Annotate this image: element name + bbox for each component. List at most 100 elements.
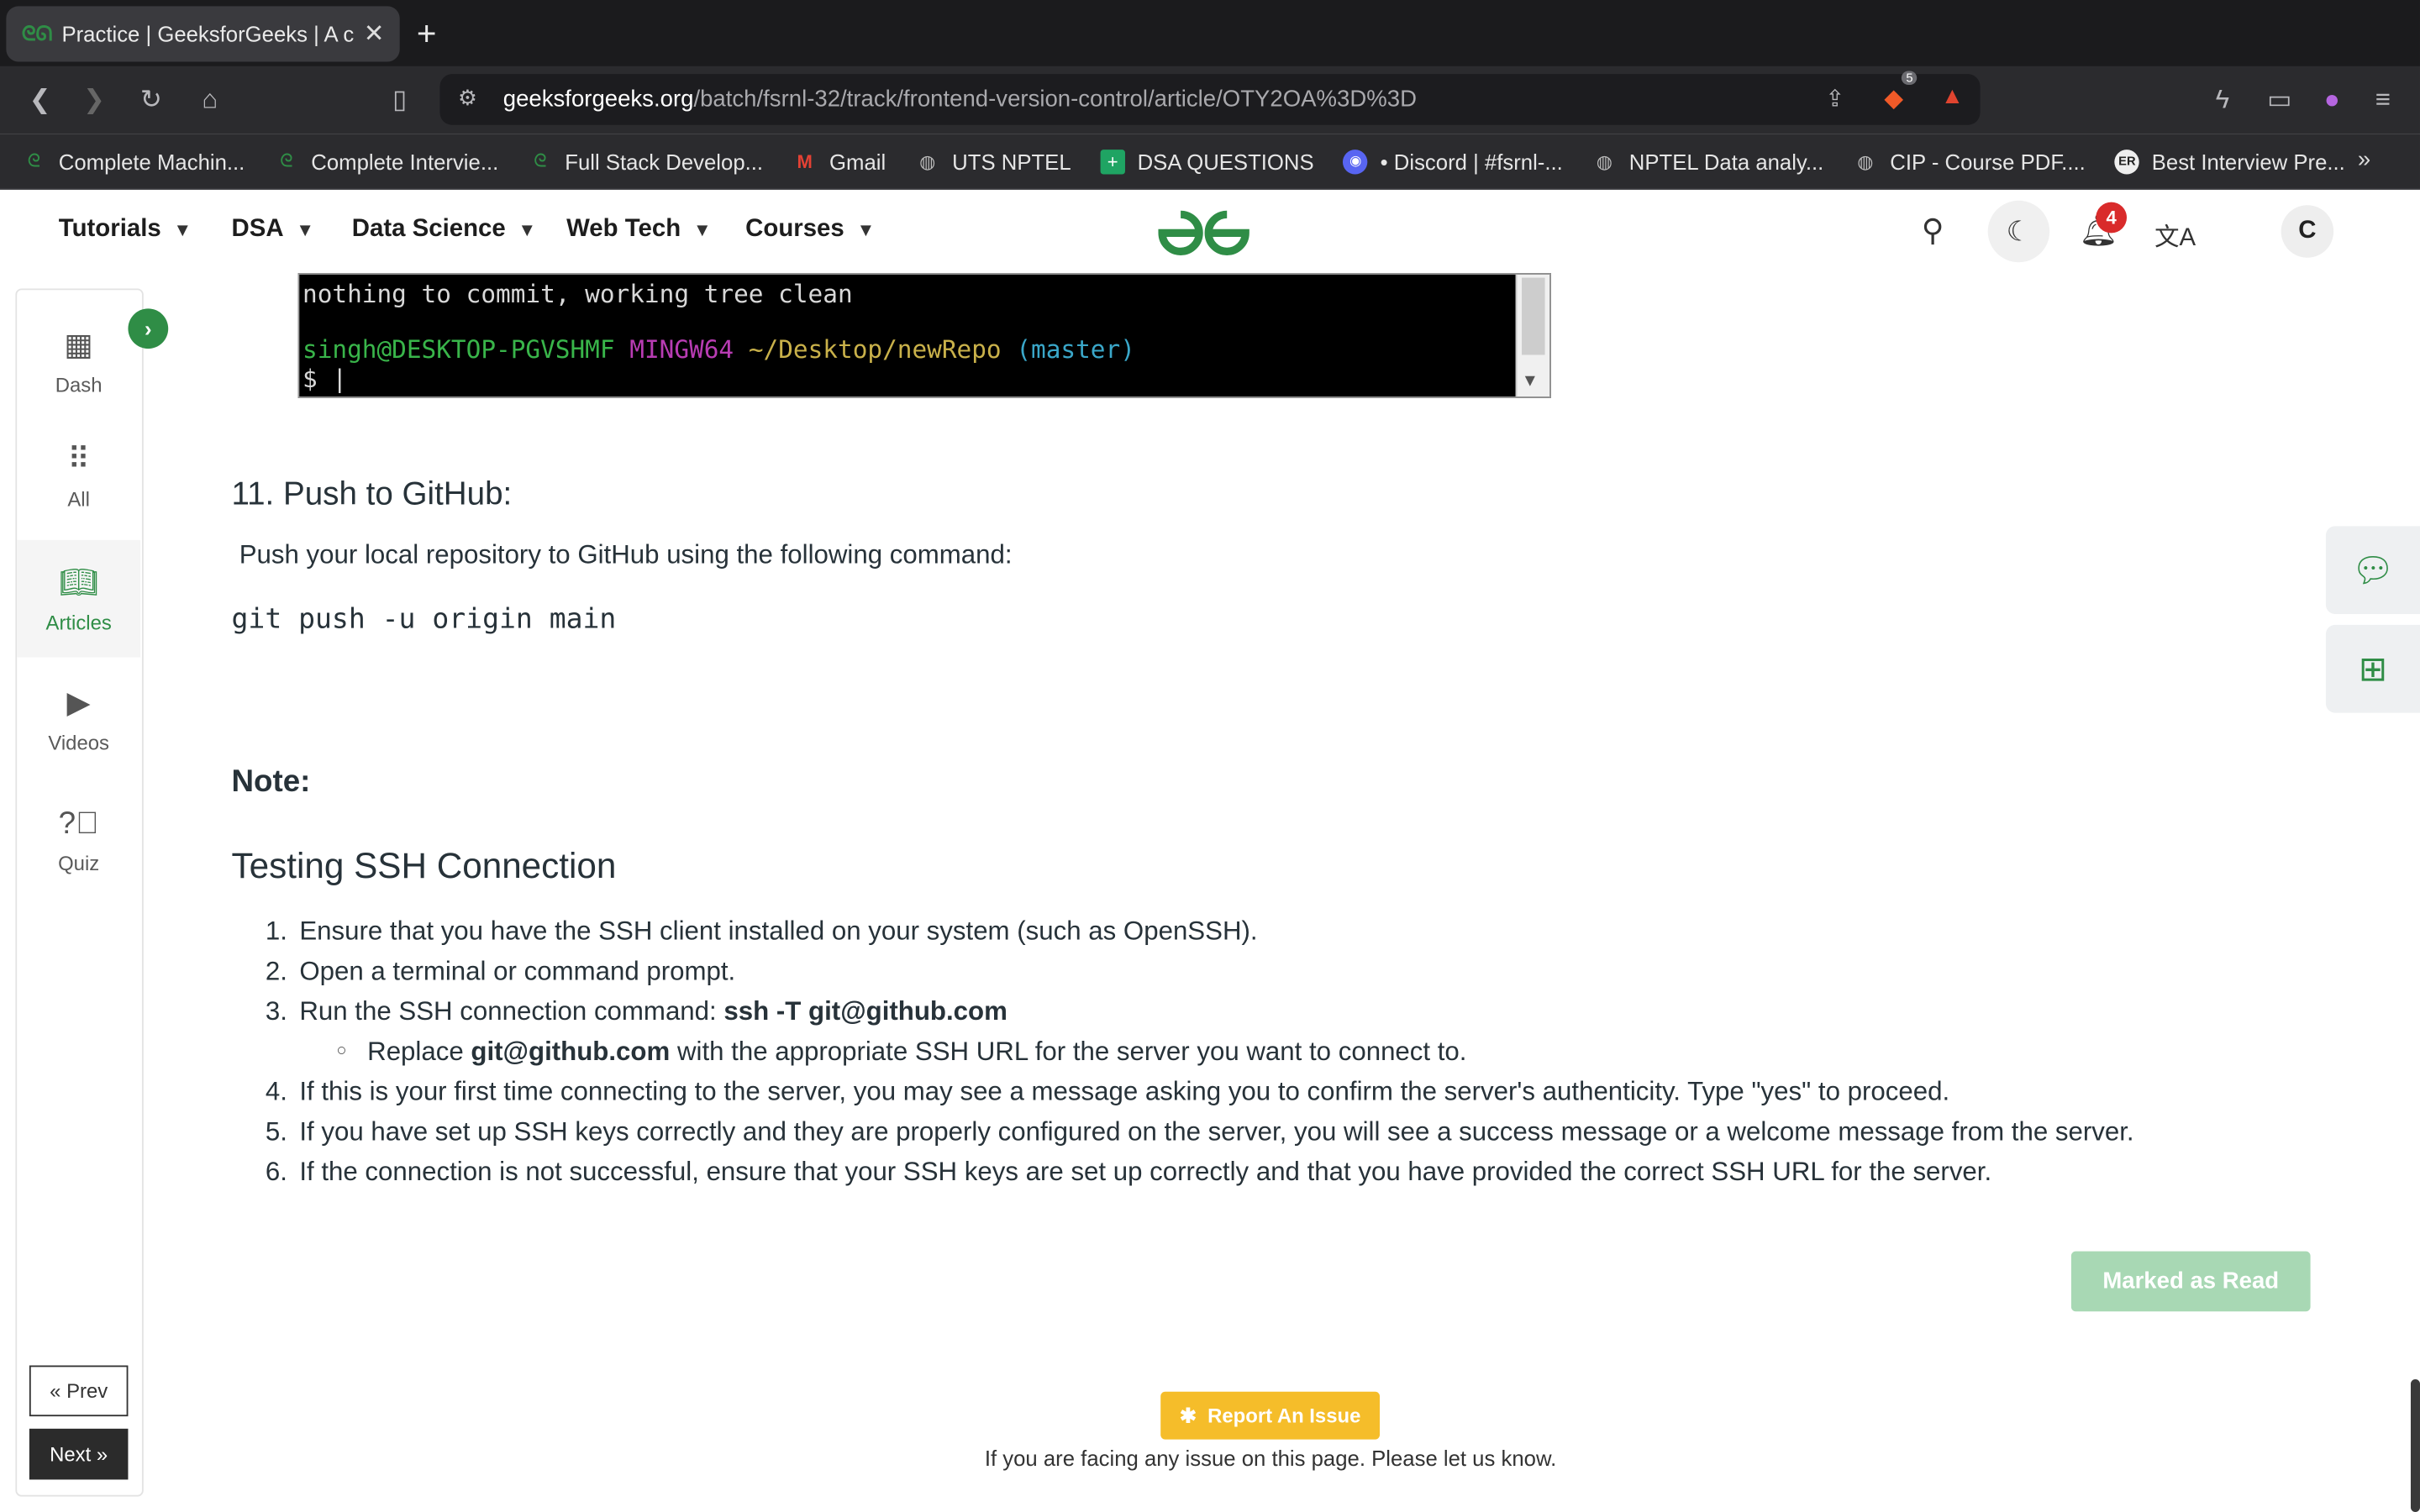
bookmarks-bar: ᘓ Complete Machin... ᘓ Complete Intervie..… <box>0 134 2420 190</box>
double-chevron-left-icon: « <box>50 1379 67 1403</box>
list-subitem: ○ Replace git@github.com with the appropr… <box>266 1034 2134 1074</box>
dark-mode-toggle[interactable]: ☾ <box>1987 200 2050 263</box>
video-icon: ▶ <box>66 686 91 721</box>
double-chevron-right-icon: » <box>91 1442 108 1466</box>
site-settings-icon[interactable]: ⚙ <box>452 85 483 111</box>
wallet-icon[interactable]: ▭ <box>2264 85 2295 116</box>
sidebar-item-dash[interactable]: ▦ Dash <box>17 306 140 417</box>
browser-toolbar: ❮ ❯ ↻ ⌂ ▯ ⚙ geeksforgeeks.org/batch/fsrn… <box>0 66 2420 134</box>
terminal-scrollbar: ▼ <box>1515 274 1550 397</box>
gfg-favicon-icon: ᘓᘏ <box>21 21 53 45</box>
nav-courses[interactable]: Courses ▼ <box>745 216 875 244</box>
url-text[interactable]: geeksforgeeks.org/batch/fsrnl-32/track/f… <box>503 87 1417 113</box>
menu-icon[interactable]: ≡ <box>2368 85 2399 116</box>
sidebar: ▦ Dash ⠿ All 📖︎ Articles ▶ Videos ?⃝ Qui… <box>15 288 144 1497</box>
tab-title: Practice | GeeksforGeeks | A c <box>61 21 355 47</box>
chevron-down-icon: ▼ <box>1524 370 1535 391</box>
globe-icon: ◍ <box>1857 150 1874 172</box>
chat-icon: 💬︎ <box>2351 549 2395 589</box>
bookmark-item[interactable]: + DSA QUESTIONS <box>1100 149 1314 174</box>
list-item: 5. If you have set up SSH keys correctly … <box>265 1116 2134 1147</box>
sidebar-item-all[interactable]: ⠿ All <box>17 420 140 531</box>
bookmark-item[interactable]: ᘓ Full Stack Develop... <box>528 149 763 173</box>
gfg-icon: ᘓ <box>280 150 293 171</box>
bookmark-item[interactable]: ◍ CIP - Course PDF.... <box>1853 149 2085 173</box>
bookmark-item[interactable]: ᘓ Complete Intervie... <box>274 149 498 173</box>
brave-rewards-icon[interactable]: ▲ <box>1937 83 1968 109</box>
gfg-logo[interactable] <box>1150 202 1258 264</box>
push-code: git push -u origin main <box>231 603 617 636</box>
push-text: Push your local repository to GitHub usi… <box>239 539 1013 570</box>
terminal-screenshot: nothing to commit, working tree clean si… <box>297 273 1551 398</box>
globe-icon: ◍ <box>919 150 936 172</box>
discord-icon: ◉ <box>1343 149 1368 174</box>
url-bar[interactable]: ⚙ geeksforgeeks.org/batch/fsrnl-32/track… <box>439 74 1981 125</box>
er-icon: ER <box>2114 149 2140 174</box>
notification-badge: 4 <box>2096 202 2128 234</box>
forward-icon[interactable]: ❯ <box>79 85 110 116</box>
push-heading: 11. Push to GitHub: <box>231 476 513 512</box>
site-header: Tutorials ▼ DSA ▼ Data Science ▼ Web Tech ▼ … <box>0 189 2420 274</box>
prev-button[interactable]: « Prev <box>29 1365 129 1417</box>
back-icon[interactable]: ❮ <box>24 85 55 116</box>
search-icon[interactable]: ⚲ <box>1922 212 1944 250</box>
bookmark-item[interactable]: M Gmail <box>792 149 886 173</box>
sidebar-item-videos[interactable]: ▶ Videos <box>17 664 140 774</box>
expand-sidebar-button[interactable]: › <box>128 308 169 349</box>
terminal-line: nothing to commit, working tree clean <box>302 279 853 309</box>
nav-web-tech[interactable]: Web Tech ▼ <box>566 216 712 244</box>
report-issue-text: If you are facing any issue on this page… <box>984 1446 1557 1471</box>
question-icon: ?⃝ <box>58 806 99 842</box>
sheets-icon: + <box>1100 149 1125 174</box>
chevron-down-icon: ▼ <box>296 218 315 241</box>
grid-icon: ⠿ <box>67 443 91 477</box>
circle-bullet-icon: ○ <box>336 1041 347 1060</box>
gmail-icon: M <box>797 150 813 172</box>
bookmark-item[interactable]: ◍ UTS NPTEL <box>915 149 1071 173</box>
bookmark-item[interactable]: ᘓ Complete Machin... <box>22 149 245 173</box>
home-icon[interactable]: ⌂ <box>194 85 225 116</box>
sidebar-item-quiz[interactable]: ?⃝ Quiz <box>17 785 140 896</box>
chevron-down-icon: ▼ <box>856 218 876 241</box>
report-issue-button[interactable]: ✱ Report An Issue <box>1160 1391 1381 1440</box>
profile-icon[interactable]: ● <box>2317 85 2348 116</box>
avatar[interactable]: C <box>2281 205 2334 258</box>
browser-tab[interactable]: ᘓᘏ Practice | GeeksforGeeks | A c ✕ <box>6 6 400 62</box>
next-button[interactable]: Next » <box>29 1428 129 1480</box>
chat-button[interactable]: 💬︎ <box>2325 526 2420 615</box>
list-item: 1. Ensure that you have the SSH client in… <box>265 916 1258 946</box>
bookmark-item[interactable]: ◉ • Discord | #fsrnl-... <box>1343 149 1563 174</box>
bookmark-page-icon[interactable]: ▯ <box>384 85 415 116</box>
nav-tutorials[interactable]: Tutorials ▼ <box>59 216 192 244</box>
tab-close-icon[interactable]: ✕ <box>364 18 385 50</box>
marked-as-read-button[interactable]: Marked as Read <box>2070 1251 2311 1312</box>
moon-icon: ☾ <box>2006 215 2032 246</box>
globe-icon: ◍ <box>1596 150 1613 172</box>
leo-icon[interactable]: ϟ <box>2207 85 2238 116</box>
nav-dsa[interactable]: DSA ▼ <box>232 216 315 244</box>
list-item: 3. Run the SSH connection command: ssh -T… <box>265 996 1007 1026</box>
list-item: 4. If this is your first time connecting … <box>265 1077 1950 1106</box>
nav-data-science[interactable]: Data Science ▼ <box>352 216 536 244</box>
new-tab-icon[interactable]: + <box>417 14 437 55</box>
terminal-prompt: singh@DESKTOP-PGVSHMF MINGW64 ~/Desktop/… <box>302 334 1135 365</box>
chevron-down-icon: ▼ <box>518 218 537 241</box>
list-item: 6. If the connection is not successful, e… <box>265 1157 1992 1187</box>
translate-icon[interactable]: 文A <box>2154 216 2196 253</box>
gfg-icon: ᘓ <box>534 150 547 171</box>
gfg-icon: ᘓ <box>27 150 41 171</box>
bookmark-item[interactable]: ER Best Interview Pre... <box>2114 149 2345 174</box>
terminal-cursor-line: $ | <box>302 364 348 394</box>
bookmark-item[interactable]: ◍ NPTEL Data analy... <box>1592 149 1824 173</box>
brave-shield-icon[interactable]: ◆ <box>1878 83 1909 114</box>
reload-icon[interactable]: ↻ <box>136 85 167 116</box>
page-scrollbar[interactable] <box>2410 1379 2420 1512</box>
share-icon[interactable]: ⇪ <box>1820 85 1851 113</box>
sidebar-item-articles[interactable]: 📖︎ Articles <box>17 539 141 658</box>
chevron-down-icon: ▼ <box>173 218 192 241</box>
add-note-button[interactable]: ⊞ <box>2325 624 2420 713</box>
ssh-steps-list: 1. Ensure that you have the SSH client in… <box>266 913 2134 1194</box>
browser-tab-bar: ᘓᘏ Practice | GeeksforGeeks | A c ✕ + <box>0 0 2420 66</box>
more-bookmarks-icon[interactable]: » <box>2358 146 2370 172</box>
add-icon: ⊞ <box>2359 648 2387 688</box>
